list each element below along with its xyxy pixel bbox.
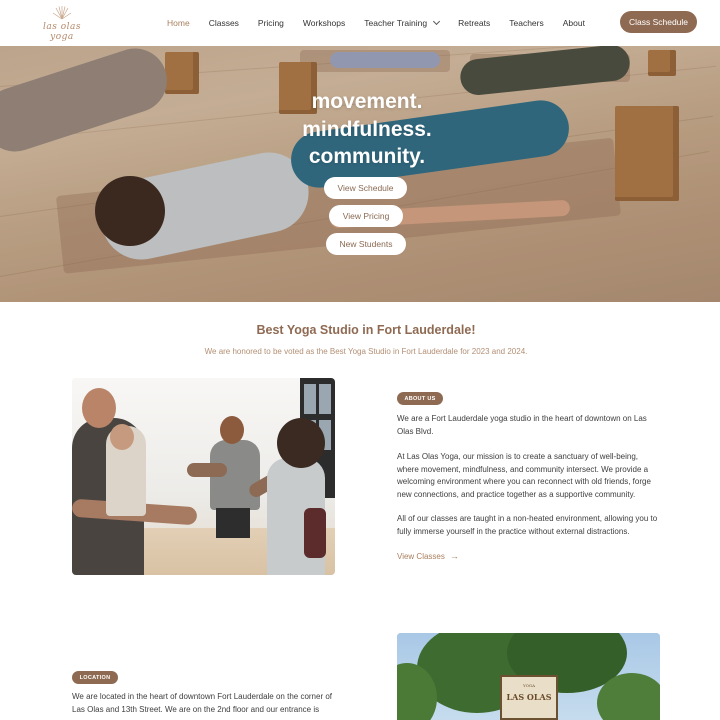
rolled-mat <box>187 463 227 477</box>
view-classes-label: View Classes <box>397 551 445 561</box>
nav-retreats-label: Retreats <box>458 18 491 28</box>
section-title: Best Yoga Studio in Fort Lauderdale! <box>256 323 476 337</box>
logo[interactable]: las olas yoga <box>34 4 90 42</box>
sign-small-text: YOGA <box>522 683 535 688</box>
view-pricing-button[interactable]: View Pricing <box>329 205 403 227</box>
arrow-right-icon: → <box>449 551 459 561</box>
section-subtitle: We are honored to be voted as the Best Y… <box>204 347 528 356</box>
nav-teachers[interactable]: Teachers <box>509 18 544 28</box>
studio-group-photo <box>72 378 335 575</box>
about-us-badge: ABOUT US <box>397 392 443 405</box>
nav-pricing[interactable]: Pricing <box>258 18 284 28</box>
view-classes-link[interactable]: View Classes → <box>397 551 459 561</box>
class-schedule-button[interactable]: Class Schedule <box>620 11 697 33</box>
nav-teachers-label: Teachers <box>509 18 544 28</box>
nav-workshops-label: Workshops <box>302 18 346 28</box>
about-paragraph-2: At Las Olas Yoga, our mission is to crea… <box>397 452 651 499</box>
location-paragraph: We are located in the heart of downtown … <box>72 692 333 714</box>
person-head <box>220 416 244 444</box>
person-hair <box>277 418 325 468</box>
site-header: las olas yoga Home Classes Pricing Works… <box>0 0 720 46</box>
window-pane <box>304 384 316 414</box>
location-badge: LOCATION <box>72 671 118 684</box>
nav-about-label: About <box>562 18 585 28</box>
hero-banner: movement. mindfulness. community. View S… <box>0 46 720 302</box>
person-shorts <box>216 508 250 538</box>
nav-retreats[interactable]: Retreats <box>458 18 490 28</box>
studio-sign: YOGA LAS OLAS <box>500 675 558 720</box>
person-head <box>82 388 116 428</box>
nav-classes-label: Classes <box>208 18 239 28</box>
hero-headline: movement. mindfulness. community. <box>0 88 720 171</box>
sign-text: LAS OLAS <box>506 692 552 702</box>
nav-teacher-training-label: Teacher Training <box>364 18 428 28</box>
new-students-button[interactable]: New Students <box>326 233 406 255</box>
headline-line-1: movement. <box>311 90 423 113</box>
chevron-down-icon <box>433 17 441 26</box>
about-paragraph-3: All of our classes are taught in a non-h… <box>397 514 658 536</box>
nav-home-label: Home <box>167 18 190 28</box>
main-nav: Home Classes Pricing Workshops Teacher T… <box>167 0 604 46</box>
person-head <box>110 424 134 450</box>
headline-line-2: mindfulness. <box>302 117 432 141</box>
nav-teacher-training[interactable]: Teacher Training <box>364 17 441 28</box>
sun-icon <box>52 6 72 20</box>
storefront-photo: YOGA LAS OLAS <box>397 633 660 720</box>
view-schedule-button[interactable]: View Schedule <box>324 177 407 199</box>
nav-workshops[interactable]: Workshops <box>303 18 345 28</box>
nav-classes[interactable]: Classes <box>209 18 239 28</box>
nav-pricing-label: Pricing <box>257 18 284 28</box>
rolled-mat <box>304 508 326 558</box>
logo-text: las olas yoga <box>42 22 81 42</box>
about-paragraph-1: We are a Fort Lauderdale yoga studio in … <box>397 414 647 436</box>
window-pane <box>319 384 331 414</box>
nav-home[interactable]: Home <box>167 18 190 28</box>
headline-line-3: community. <box>308 145 426 168</box>
nav-about[interactable]: About <box>563 18 585 28</box>
hero-overlay <box>0 46 720 302</box>
